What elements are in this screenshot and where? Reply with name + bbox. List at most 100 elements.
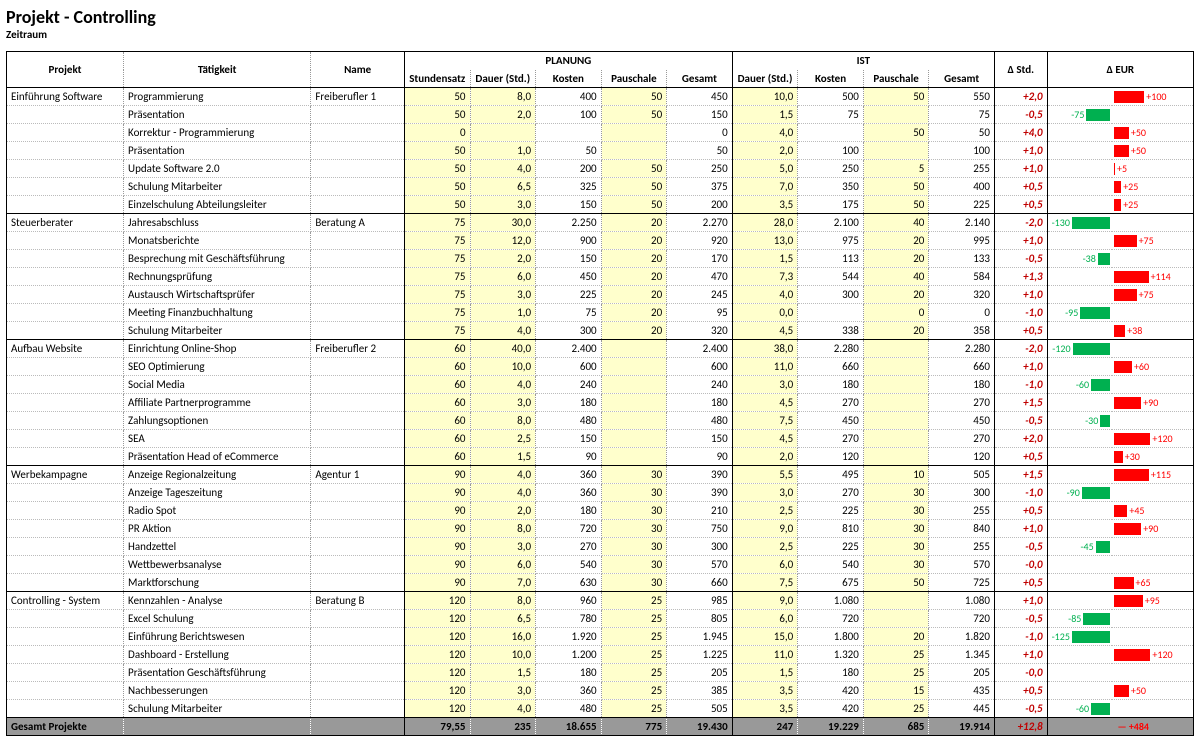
delta-eur-pos	[1112, 700, 1194, 718]
cell-ipau: 30	[863, 502, 929, 520]
table-row: Excel Schulung1206,5780258056,0720720-0,…	[7, 610, 1194, 628]
total-ppau: 775	[601, 718, 667, 736]
cell-pdur: 8,0	[470, 520, 536, 538]
cell-ipau: 5	[863, 160, 929, 178]
cell-task: Wettbewerbsanalyse	[124, 556, 311, 574]
delta-eur-neg: -95	[1047, 304, 1111, 322]
table-row: Controlling - SystemKennzahlen - Analyse…	[7, 592, 1194, 610]
cell-pges: 920	[667, 232, 733, 250]
cell-ipau: 40	[863, 214, 929, 232]
cell-ppau	[601, 376, 667, 394]
cell-pges: 505	[667, 700, 733, 718]
cell-rate: 90	[404, 574, 470, 592]
delta-eur-neg	[1047, 448, 1111, 466]
cell-rate: 75	[404, 250, 470, 268]
cell-rate: 75	[404, 268, 470, 286]
cell-pges: 985	[667, 592, 733, 610]
	[124, 718, 311, 736]
cell-iges: 505	[929, 466, 995, 484]
cell-pdur: 4,0	[470, 466, 536, 484]
cell-task: Rechnungsprüfung	[124, 268, 311, 286]
cell-name	[311, 286, 405, 304]
cell-pkost: 780	[536, 610, 602, 628]
col-igesamt: Gesamt	[929, 70, 995, 88]
table-row: Zahlungsoptionen608,04804807,5450450-0,5…	[7, 412, 1194, 430]
cell-iges: 2.280	[929, 340, 995, 358]
cell-pges: 450	[667, 88, 733, 106]
cell-ipau: 25	[863, 664, 929, 682]
cell-ikost: 2.100	[798, 214, 864, 232]
delta-eur-pos: +114	[1112, 268, 1194, 286]
cell-rate: 75	[404, 214, 470, 232]
cell-iges: 180	[929, 376, 995, 394]
cell-idur: 4,5	[732, 430, 798, 448]
cell-pges: 90	[667, 448, 733, 466]
cell-task: Einführung Berichtswesen	[124, 628, 311, 646]
cell-pdur: 8,0	[470, 88, 536, 106]
cell-dstd: +1,0	[994, 142, 1047, 160]
cell-iges: 225	[929, 196, 995, 214]
cell-ppau: 20	[601, 322, 667, 340]
delta-eur-neg	[1047, 124, 1111, 142]
cell-idur: 2,5	[732, 538, 798, 556]
cell-dstd: -1,0	[994, 304, 1047, 322]
cell-pges: 0	[667, 124, 733, 142]
delta-eur-pos	[1112, 664, 1194, 682]
cell-name	[311, 538, 405, 556]
cell-pdur: 1,5	[470, 448, 536, 466]
cell-idur: 7,5	[732, 412, 798, 430]
cell-ppau: 20	[601, 286, 667, 304]
cell-name	[311, 412, 405, 430]
col-name: Name	[311, 52, 405, 88]
cell-iges: 435	[929, 682, 995, 700]
cell-dstd: -0,5	[994, 106, 1047, 124]
cell-name	[311, 520, 405, 538]
delta-eur-neg	[1047, 520, 1111, 538]
delta-eur-neg	[1047, 592, 1111, 610]
delta-eur-pos: +65	[1112, 574, 1194, 592]
cell-rate: 60	[404, 394, 470, 412]
cell-pges: 210	[667, 502, 733, 520]
cell-dstd: -0,5	[994, 250, 1047, 268]
table-row: Besprechung mit Geschäftsführung752,0150…	[7, 250, 1194, 268]
col-projekt: Projekt	[7, 52, 124, 88]
total-idur: 247	[732, 718, 798, 736]
cell-pdur: 6,0	[470, 556, 536, 574]
cell-pges: 205	[667, 664, 733, 682]
total-pges: 19.430	[667, 718, 733, 736]
delta-eur-pos	[1112, 628, 1194, 646]
cell-dstd: +1,0	[994, 160, 1047, 178]
table-row: WerbekampagneAnzeige RegionalzeitungAgen…	[7, 466, 1194, 484]
cell-ikost: 175	[798, 196, 864, 214]
cell-task: SEA	[124, 430, 311, 448]
cell-projekt	[7, 538, 124, 556]
cell-ikost: 180	[798, 664, 864, 682]
delta-eur-pos: +60	[1112, 358, 1194, 376]
table-row: Social Media604,02402403,0180180-1,0-60	[7, 376, 1194, 394]
cell-name	[311, 268, 405, 286]
cell-ipau: 25	[863, 700, 929, 718]
cell-ikost: 1.320	[798, 646, 864, 664]
cell-pdur: 6,5	[470, 178, 536, 196]
delta-eur-neg	[1047, 88, 1111, 106]
	[311, 718, 405, 736]
cell-pkost: 2.400	[536, 340, 602, 358]
cell-rate: 0	[404, 124, 470, 142]
cell-ipau: 20	[863, 250, 929, 268]
cell-dstd: +0,5	[994, 196, 1047, 214]
cell-name	[311, 394, 405, 412]
cell-idur: 7,3	[732, 268, 798, 286]
cell-iges: 133	[929, 250, 995, 268]
cell-ikost: 270	[798, 394, 864, 412]
cell-ipau: 50	[863, 124, 929, 142]
table-row: Dashboard - Erstellung12010,01.200251.22…	[7, 646, 1194, 664]
subtitle: Zeitraum	[6, 28, 1194, 41]
cell-rate: 50	[404, 106, 470, 124]
cell-rate: 90	[404, 484, 470, 502]
delta-eur-neg: -38	[1047, 250, 1111, 268]
delta-eur-pos	[1112, 214, 1194, 232]
cell-idur: 1,5	[732, 106, 798, 124]
cell-ikost: 2.280	[798, 340, 864, 358]
cell-name	[311, 376, 405, 394]
delta-eur-pos: +50	[1112, 682, 1194, 700]
